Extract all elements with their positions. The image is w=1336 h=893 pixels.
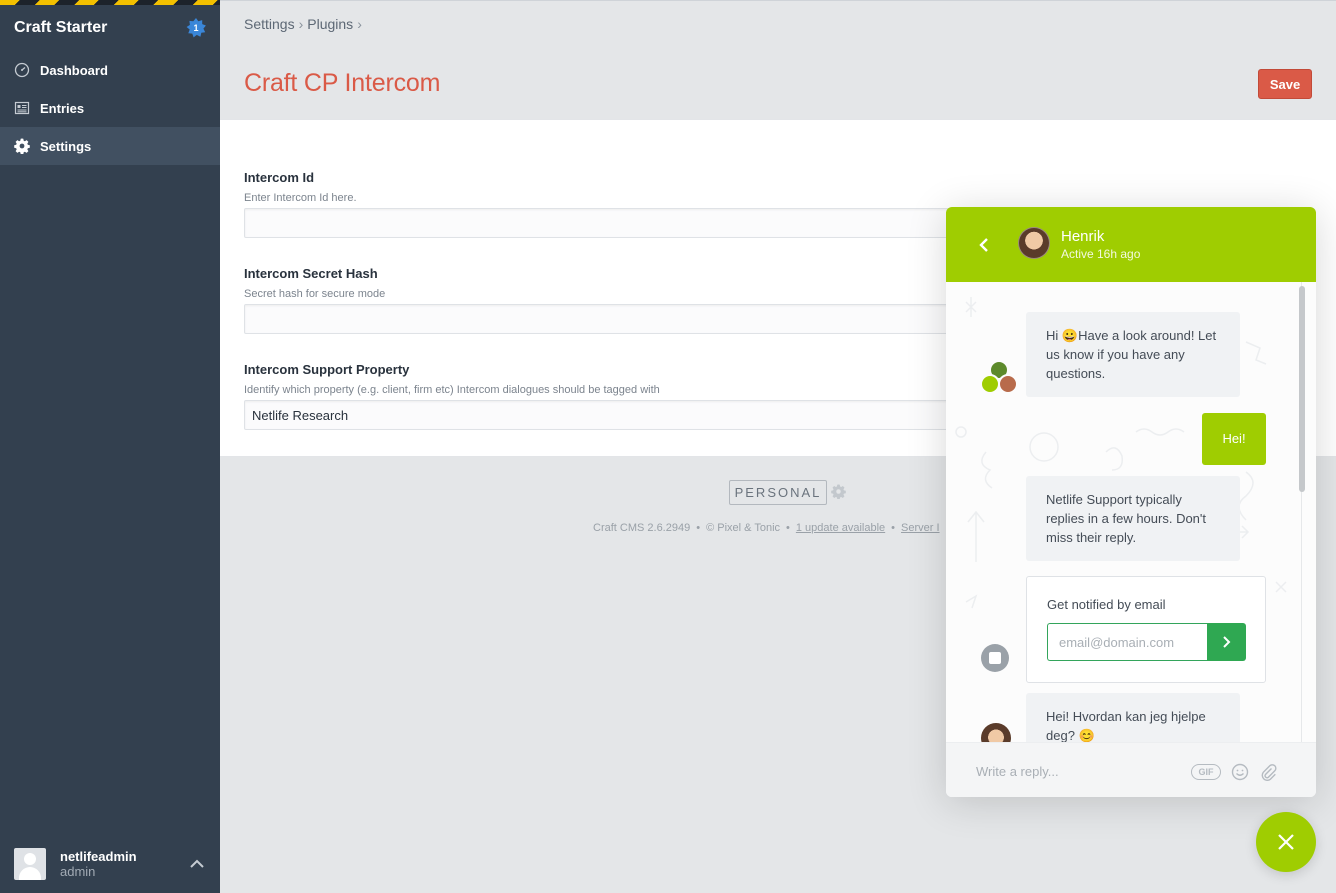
scrollbar-thumb[interactable] <box>1299 286 1305 492</box>
email-submit-button[interactable] <box>1207 623 1246 661</box>
gear-icon <box>14 138 30 154</box>
reply-input[interactable] <box>976 761 1186 781</box>
gif-button[interactable]: GIF <box>1191 764 1221 780</box>
email-notify-card: Get notified by email <box>1026 576 1266 683</box>
agent-avatar <box>1018 227 1050 259</box>
sidebar-item-dashboard[interactable]: Dashboard <box>0 51 220 89</box>
footer-dot: • <box>786 522 790 534</box>
emoji-icon[interactable] <box>1231 763 1249 781</box>
chevron-up-icon[interactable] <box>188 855 206 873</box>
field-label: Intercom Id <box>244 170 315 185</box>
agent-name: Henrik <box>1061 228 1105 245</box>
sidebar-item-entries[interactable]: Entries <box>0 89 220 127</box>
site-header: Craft Starter 1 <box>0 5 220 51</box>
user-role: admin <box>60 864 96 879</box>
team-avatars <box>980 360 1018 396</box>
intercom-messenger: Henrik Active 16h ago Hi 😀Have a look ar… <box>946 207 1316 797</box>
footer-dot: • <box>891 522 896 534</box>
sidebar: Craft Starter 1 Dashboard Entries Settin… <box>0 0 220 893</box>
breadcrumb: Settings › Plugins › <box>244 16 366 32</box>
breadcrumb-separator: › <box>298 16 304 32</box>
edition-badge[interactable]: PERSONAL <box>729 480 827 505</box>
attachment-paperclip-icon[interactable] <box>1259 763 1277 781</box>
email-input[interactable] <box>1047 623 1207 661</box>
notify-title: Get notified by email <box>1047 597 1166 612</box>
update-available-link[interactable]: 1 update available <box>796 522 885 534</box>
sidebar-item-settings[interactable]: Settings <box>0 127 220 165</box>
update-badge-icon[interactable]: 1 <box>186 18 206 38</box>
message-bubble-bot: Netlife Support typically replies in a f… <box>1026 476 1240 561</box>
messenger-close-launcher[interactable] <box>1256 812 1316 872</box>
sidebar-item-label: Entries <box>40 100 85 116</box>
breadcrumb-settings[interactable]: Settings <box>244 16 295 32</box>
messenger-composer: GIF <box>946 742 1316 797</box>
agent-status: Active 16h ago <box>1061 247 1141 261</box>
close-icon <box>1278 834 1294 850</box>
message-bubble-agent: Hei! Hvordan kan jeg hjelpe deg? 😊 <box>1026 693 1240 742</box>
save-button[interactable]: Save <box>1258 69 1312 99</box>
site-name[interactable]: Craft Starter <box>14 19 107 37</box>
breadcrumb-separator: › <box>357 16 362 32</box>
server-info-link[interactable]: Server I <box>901 522 940 534</box>
footer-copyright: © Pixel & Tonic <box>706 522 781 534</box>
user-info: netlifeadmin admin <box>60 849 188 879</box>
messenger-header: Henrik Active 16h ago <box>946 207 1316 282</box>
chevron-right-icon <box>1222 636 1230 648</box>
sidebar-item-label: Settings <box>40 138 92 154</box>
user-menu[interactable]: netlifeadmin admin <box>0 835 220 893</box>
sidebar-item-label: Dashboard <box>40 62 108 78</box>
user-avatar <box>14 848 46 880</box>
footer-dot: • <box>696 522 701 534</box>
message-bubble-user: Hei! <box>1202 413 1266 465</box>
footer-version: Craft CMS 2.6.2949 <box>593 522 691 534</box>
field-instructions: Enter Intercom Id here. <box>244 192 357 204</box>
breadcrumb-plugins[interactable]: Plugins <box>307 16 353 32</box>
user-name: netlifeadmin <box>60 849 137 864</box>
conversation-body[interactable]: Hi 😀Have a look around! Let us know if y… <box>946 282 1316 742</box>
page-title: Craft CP Intercom <box>244 69 441 97</box>
footer-links: Craft CMS 2.6.2949 • © Pixel & Tonic • 1 upd… <box>593 522 947 534</box>
back-arrow-icon[interactable] <box>974 235 994 255</box>
update-badge-count: 1 <box>193 23 199 33</box>
message-bubble-team: Hi 😀Have a look around! Let us know if y… <box>1026 312 1240 397</box>
bot-avatar-icon <box>981 644 1009 672</box>
edition-gear-icon[interactable] <box>831 484 846 499</box>
entries-list-icon <box>14 100 30 116</box>
dashboard-gauge-icon <box>14 62 30 78</box>
